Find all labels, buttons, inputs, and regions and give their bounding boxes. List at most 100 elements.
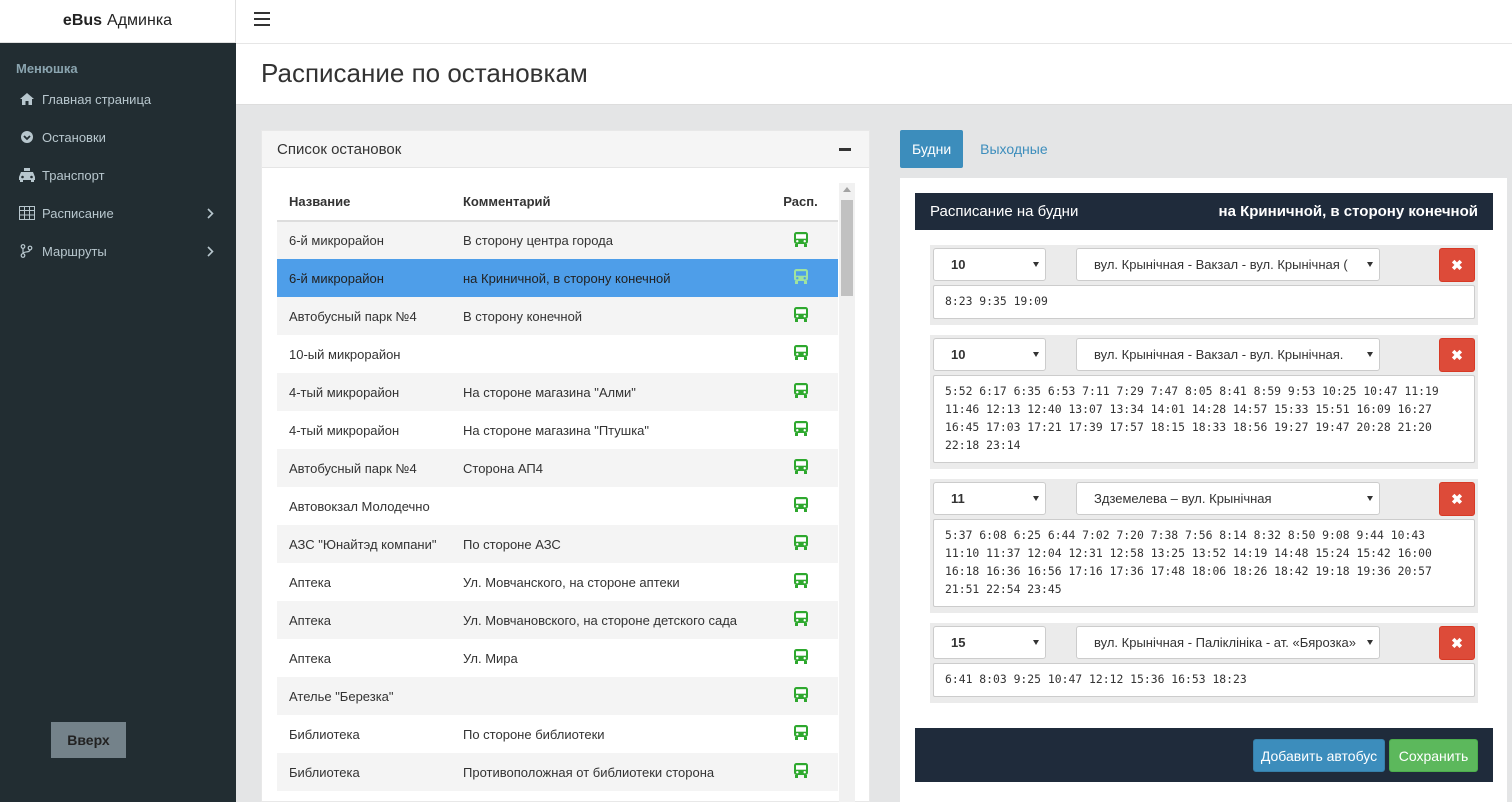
route-select[interactable]: вул. Крынічная - Паліклініка - ат. «Бяро… bbox=[1076, 626, 1380, 659]
table-row[interactable]: 4-тый микрорайон На стороне магазина "Алм… bbox=[277, 373, 838, 411]
table-row[interactable]: Автобусный парк №4 Сторона АП4 bbox=[277, 449, 838, 487]
column-header-name[interactable]: Название bbox=[277, 183, 463, 222]
bus-icon[interactable] bbox=[793, 420, 809, 440]
stop-name: Библиотека bbox=[289, 726, 360, 742]
bus-number-select[interactable]: 15 bbox=[933, 626, 1046, 659]
stop-comment: Сторона АП4 bbox=[463, 449, 763, 487]
collapse-icon[interactable] bbox=[839, 148, 851, 151]
delete-entry-button[interactable]: ✖ bbox=[1439, 482, 1475, 516]
stops-scrollbar[interactable] bbox=[839, 183, 855, 802]
scroll-up-arrow-icon[interactable] bbox=[843, 187, 851, 192]
table-row[interactable]: Ателье "Березка" bbox=[277, 677, 838, 715]
sidebar-item-transport[interactable]: Транспорт bbox=[0, 156, 236, 194]
times-textarea[interactable]: 6:41 8:03 9:25 10:47 12:12 15:36 16:53 1… bbox=[933, 663, 1475, 697]
table-row[interactable]: Аптека Ул. Мовчановского, на стороне детс… bbox=[277, 601, 838, 639]
bus-number-select[interactable]: 10 bbox=[933, 248, 1046, 281]
bus-icon[interactable] bbox=[793, 231, 809, 251]
stop-comment: Ул. Мира bbox=[463, 650, 518, 666]
brand-logo[interactable]: eBus Админка bbox=[0, 0, 236, 43]
hamburger-menu-icon[interactable] bbox=[254, 12, 270, 26]
table-row[interactable]: 6-й микрорайон на Криничной, в сторону ко… bbox=[277, 259, 838, 297]
bus-number-value: 10 bbox=[951, 347, 966, 362]
caret-down-icon bbox=[1367, 352, 1373, 357]
tab-weekends[interactable]: Выходные bbox=[963, 130, 1059, 168]
bus-icon[interactable] bbox=[793, 306, 809, 326]
scroll-top-button[interactable]: Вверх bbox=[51, 722, 126, 758]
sidebar-item-stops[interactable]: Остановки bbox=[0, 118, 236, 156]
stop-name: Автобусный парк №4 bbox=[277, 297, 463, 335]
bus-icon[interactable] bbox=[793, 762, 809, 782]
stop-comment: В сторону центра города bbox=[463, 221, 763, 259]
table-row[interactable]: Библиотека Противоположная от библиотеки … bbox=[277, 753, 838, 791]
schedule-cell bbox=[763, 715, 838, 753]
delete-entry-button[interactable]: ✖ bbox=[1439, 626, 1475, 660]
stop-comment: По стороне АЗС bbox=[463, 525, 763, 563]
stop-name: 4-тый микрорайон bbox=[289, 422, 400, 438]
route-value: вул. Крынічная - Вакзал - вул. Крынічная… bbox=[1094, 257, 1348, 272]
stop-comment: Ул. Мовчанского, на стороне аптеки bbox=[463, 574, 680, 590]
chevron-right-icon bbox=[207, 245, 214, 260]
sidebar-item-schedule[interactable]: Расписание bbox=[0, 194, 236, 232]
table-row[interactable]: Аптека Ул. Мира bbox=[277, 639, 838, 677]
table-row[interactable]: АЗС "Юнайтэд компани" По стороне АЗС bbox=[277, 525, 838, 563]
bus-icon[interactable] bbox=[793, 534, 809, 554]
table-row[interactable]: Аптека Ул. Мовчанского, на стороне аптеки bbox=[277, 563, 838, 601]
column-header-comment[interactable]: Комментарий bbox=[463, 183, 763, 222]
schedule-cell bbox=[763, 601, 838, 639]
bus-icon[interactable] bbox=[793, 496, 809, 516]
table-icon bbox=[18, 204, 36, 222]
bus-icon[interactable] bbox=[793, 686, 809, 706]
sidebar-item-label: Расписание bbox=[42, 205, 114, 221]
scroll-thumb[interactable] bbox=[841, 200, 853, 296]
table-row[interactable]: 10-ый микрорайон bbox=[277, 335, 838, 373]
column-header-schedule[interactable]: Расп. bbox=[763, 183, 838, 222]
caret-down-icon bbox=[1033, 496, 1039, 501]
stop-comment: Противоположная от библиотеки сторона bbox=[463, 753, 763, 791]
bus-icon[interactable] bbox=[793, 724, 809, 744]
day-tabs: Будни Выходные bbox=[900, 130, 1060, 168]
sidebar-item-routes[interactable]: Маршруты bbox=[0, 232, 236, 270]
table-row[interactable]: Автовокзал Молодечно bbox=[277, 487, 838, 525]
schedule-cell bbox=[763, 449, 838, 487]
caret-down-icon bbox=[1367, 496, 1373, 501]
bus-icon[interactable] bbox=[793, 268, 809, 288]
times-textarea[interactable]: 5:52 6:17 6:35 6:53 7:11 7:29 7:47 8:05 … bbox=[933, 375, 1475, 463]
route-select[interactable]: Здземелева – вул. Крынічная bbox=[1076, 482, 1380, 515]
table-row[interactable]: Библиотека По стороне библиотеки bbox=[277, 715, 838, 753]
table-row[interactable]: Автобусный парк №4 В сторону конечной bbox=[277, 297, 838, 335]
table-row[interactable]: 6-й микрорайон В сторону центра города bbox=[277, 221, 838, 259]
save-button[interactable]: Сохранить bbox=[1389, 739, 1478, 772]
bus-icon[interactable] bbox=[793, 382, 809, 402]
times-textarea[interactable]: 8:23 9:35 19:09 bbox=[933, 285, 1475, 319]
bus-icon[interactable] bbox=[793, 648, 809, 668]
menu-title: Менюшка bbox=[16, 61, 78, 76]
schedule-entry: 10 вул. Крынічная - Вакзал - вул. Крыніч… bbox=[930, 245, 1478, 325]
stop-comment: Ул. Мовчановского, на стороне детского с… bbox=[463, 601, 763, 639]
route-select[interactable]: вул. Крынічная - Вакзал - вул. Крынічная… bbox=[1076, 248, 1380, 281]
bus-number-select[interactable]: 10 bbox=[933, 338, 1046, 371]
route-select[interactable]: вул. Крынічная - Вакзал - вул. Крынічная… bbox=[1076, 338, 1380, 371]
bus-icon[interactable] bbox=[793, 572, 809, 592]
bus-icon[interactable] bbox=[793, 610, 809, 630]
stop-name: Аптека bbox=[289, 650, 331, 666]
schedule-cell bbox=[763, 487, 838, 525]
bus-number-select[interactable]: 11 bbox=[933, 482, 1046, 515]
add-bus-button[interactable]: Добавить автобус bbox=[1253, 739, 1385, 772]
brand-rest: Админка bbox=[107, 12, 173, 29]
table-row[interactable]: 4-тый микрорайон На стороне магазина "Пту… bbox=[277, 411, 838, 449]
bus-number-value: 10 bbox=[951, 257, 966, 272]
schedule-cell bbox=[763, 221, 838, 259]
schedule-header: Расписание на будни на Криничной, в стор… bbox=[915, 193, 1493, 230]
sidebar-item-label: Остановки bbox=[42, 129, 106, 145]
sidebar-item-home[interactable]: Главная страница bbox=[0, 80, 236, 118]
tab-weekdays[interactable]: Будни bbox=[900, 130, 964, 168]
times-textarea[interactable]: 5:37 6:08 6:25 6:44 7:02 7:20 7:38 7:56 … bbox=[933, 519, 1475, 607]
delete-entry-button[interactable]: ✖ bbox=[1439, 338, 1475, 372]
schedule-cell bbox=[763, 563, 838, 601]
bus-icon[interactable] bbox=[793, 344, 809, 364]
stop-name: 6-й микрорайон bbox=[277, 259, 463, 297]
schedule-entry: 15 вул. Крынічная - Паліклініка - ат. «Б… bbox=[930, 623, 1478, 703]
delete-entry-button[interactable]: ✖ bbox=[1439, 248, 1475, 282]
bus-icon[interactable] bbox=[793, 458, 809, 478]
schedule-entry: 11 Здземелева – вул. Крынічная ✖ 5:37 6:… bbox=[930, 479, 1478, 613]
